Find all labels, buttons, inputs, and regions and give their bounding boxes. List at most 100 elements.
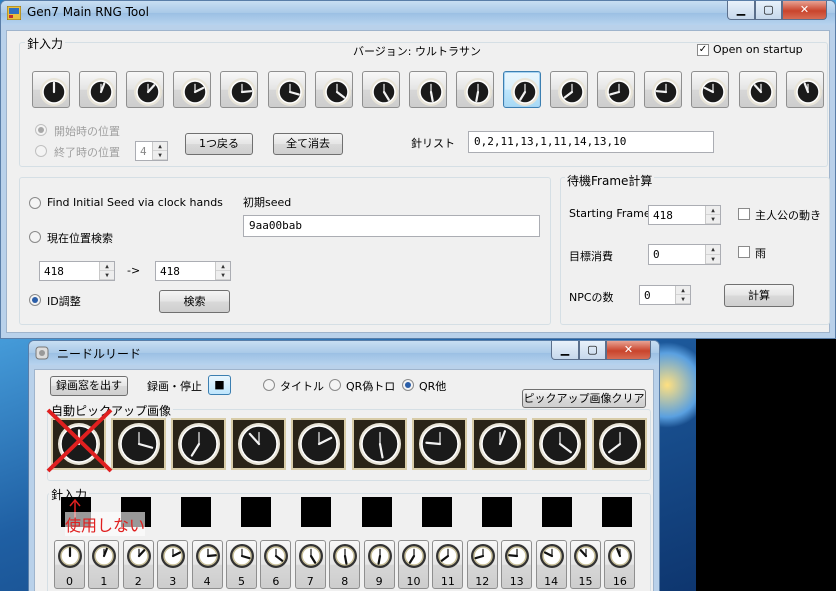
main-titlebar[interactable]: Gen7 Main RNG Tool ▁ ▢ ✕ <box>1 1 835 25</box>
clock-button-12[interactable] <box>597 71 636 108</box>
clock-button-7[interactable] <box>361 71 400 108</box>
calc-button[interactable]: 計算 <box>724 284 794 307</box>
hand-button-label: 9 <box>375 575 383 588</box>
needle-list-field[interactable]: 0,2,11,13,1,11,14,13,10 <box>468 131 714 153</box>
spinner-arrows[interactable]: ▲ ▼ <box>675 286 690 304</box>
hand-button-16[interactable]: 16 <box>604 540 636 589</box>
clock-button-8[interactable] <box>408 71 447 108</box>
hand-button-5[interactable]: 5 <box>226 540 257 589</box>
show-record-window-button[interactable]: 録画窓を出す <box>50 376 128 396</box>
spinner-arrows[interactable]: ▲ ▼ <box>215 262 230 280</box>
initial-seed-field[interactable]: 9aa00bab <box>243 215 540 237</box>
clock-button-11[interactable] <box>550 71 589 108</box>
hand-button-4[interactable]: 4 <box>191 540 223 589</box>
clock-face-icon <box>195 544 220 568</box>
hand-button-9[interactable]: 9 <box>363 540 395 589</box>
mode-title-radio[interactable] <box>263 379 275 391</box>
clock-button-10[interactable] <box>503 71 541 108</box>
hand-button-12[interactable]: 12 <box>466 540 498 589</box>
clock-button-1[interactable] <box>79 71 118 108</box>
record-toggle-button[interactable]: ■ <box>208 375 231 395</box>
clock-button-14[interactable] <box>691 71 730 108</box>
app-icon <box>7 6 21 20</box>
current-position-radio[interactable] <box>29 231 41 243</box>
hand-button-3[interactable]: 3 <box>157 540 189 589</box>
back-one-button[interactable]: 1つ戻る <box>185 133 253 155</box>
clock-button-16[interactable] <box>785 71 824 108</box>
needle-titlebar[interactable]: ニードルリード ▁ ▢ ✕ <box>29 341 659 365</box>
clock-face-icon <box>181 78 210 106</box>
hand-button-13[interactable]: 13 <box>501 540 533 589</box>
needle-black-square <box>601 497 632 527</box>
rain-checkbox[interactable] <box>738 246 750 258</box>
open-on-startup-checkbox[interactable]: ✓ <box>697 44 709 56</box>
clock-face-icon <box>87 78 116 106</box>
clock-face-icon <box>793 78 822 106</box>
clear-pickup-button[interactable]: ピックアップ画像クリア <box>522 389 646 408</box>
find-seed-radio[interactable] <box>29 197 41 209</box>
clock-button-5[interactable] <box>267 71 306 108</box>
hand-button-2[interactable]: 2 <box>122 540 154 589</box>
pickup-image <box>231 418 287 470</box>
clock-face-icon <box>505 544 530 568</box>
hand-button-1[interactable]: 1 <box>88 540 120 589</box>
clock-face-icon <box>275 78 304 106</box>
clock-face-icon <box>322 78 351 106</box>
clock-button-2[interactable] <box>126 71 165 108</box>
id-adjust-radio[interactable] <box>29 294 41 306</box>
protagonist-motion-label: 主人公の動き <box>755 209 821 222</box>
clock-button-9[interactable] <box>455 71 494 108</box>
npc-count-spinner[interactable]: 0 ▲ ▼ <box>639 285 691 305</box>
pickup-image <box>471 418 527 470</box>
hand-button-0[interactable]: 0 <box>54 540 85 589</box>
needle-close-button[interactable]: ✕ <box>606 341 651 360</box>
end-position-spinner[interactable]: 4 ▲ ▼ <box>135 141 168 161</box>
spinner-arrows[interactable]: ▲ ▼ <box>705 206 720 224</box>
spinner-arrows[interactable]: ▲ ▼ <box>152 142 167 160</box>
spinner-arrows[interactable]: ▲ ▼ <box>705 245 720 264</box>
protagonist-motion-checkbox[interactable] <box>738 208 750 220</box>
clock-button-13[interactable] <box>644 71 683 108</box>
start-position-radio[interactable] <box>35 124 47 136</box>
end-position-radio[interactable] <box>35 145 47 157</box>
search-button[interactable]: 検索 <box>159 290 230 313</box>
hand-button-8[interactable]: 8 <box>329 540 361 589</box>
hand-button-label: 13 <box>509 575 524 588</box>
needle-list-label: 針リスト <box>411 137 455 150</box>
needle-black-square <box>301 497 332 527</box>
close-button[interactable]: ✕ <box>782 1 827 20</box>
clock-face-icon <box>264 544 289 568</box>
clock-button-15[interactable] <box>738 71 777 108</box>
find-seed-label: Find Initial Seed via clock hands <box>47 196 223 209</box>
clock-button-3[interactable] <box>173 71 212 108</box>
target-consumption-spinner[interactable]: 0 ▲ ▼ <box>648 244 721 265</box>
needle-maximize-button[interactable]: ▢ <box>579 341 606 360</box>
maximize-button[interactable]: ▢ <box>755 1 782 20</box>
hand-button-14[interactable]: 14 <box>535 540 567 589</box>
hand-button-label: 2 <box>134 575 142 588</box>
clear-all-button[interactable]: 全て消去 <box>273 133 343 155</box>
needle-minimize-button[interactable]: ▁ <box>551 341 579 360</box>
range-to-spinner[interactable]: 418 ▲ ▼ <box>155 261 231 281</box>
hand-button-6[interactable]: 6 <box>260 540 292 589</box>
hand-button-7[interactable]: 7 <box>294 540 326 589</box>
hand-button-15[interactable]: 15 <box>570 540 601 589</box>
range-from-value: 418 <box>44 265 64 278</box>
range-from-spinner[interactable]: 418 ▲ ▼ <box>39 261 115 281</box>
minimize-button[interactable]: ▁ <box>727 1 755 20</box>
mode-qr-other-radio[interactable] <box>402 379 414 391</box>
hand-button-10[interactable]: 10 <box>398 540 429 589</box>
clock-button-6[interactable] <box>314 71 353 108</box>
pickup-image <box>171 418 227 470</box>
pickup-clock <box>116 421 162 470</box>
spinner-arrows[interactable]: ▲ ▼ <box>99 262 114 280</box>
clock-button-0[interactable] <box>32 71 70 108</box>
hand-button-11[interactable]: 11 <box>432 540 464 589</box>
pickup-clock <box>357 421 403 470</box>
pickup-image <box>111 418 167 470</box>
clock-button-4[interactable] <box>220 71 259 108</box>
pickup-image <box>411 418 467 470</box>
mode-qr-fake-radio[interactable] <box>329 379 341 391</box>
clock-face-icon <box>470 544 495 568</box>
starting-frame-spinner[interactable]: 418 ▲ ▼ <box>648 205 721 225</box>
